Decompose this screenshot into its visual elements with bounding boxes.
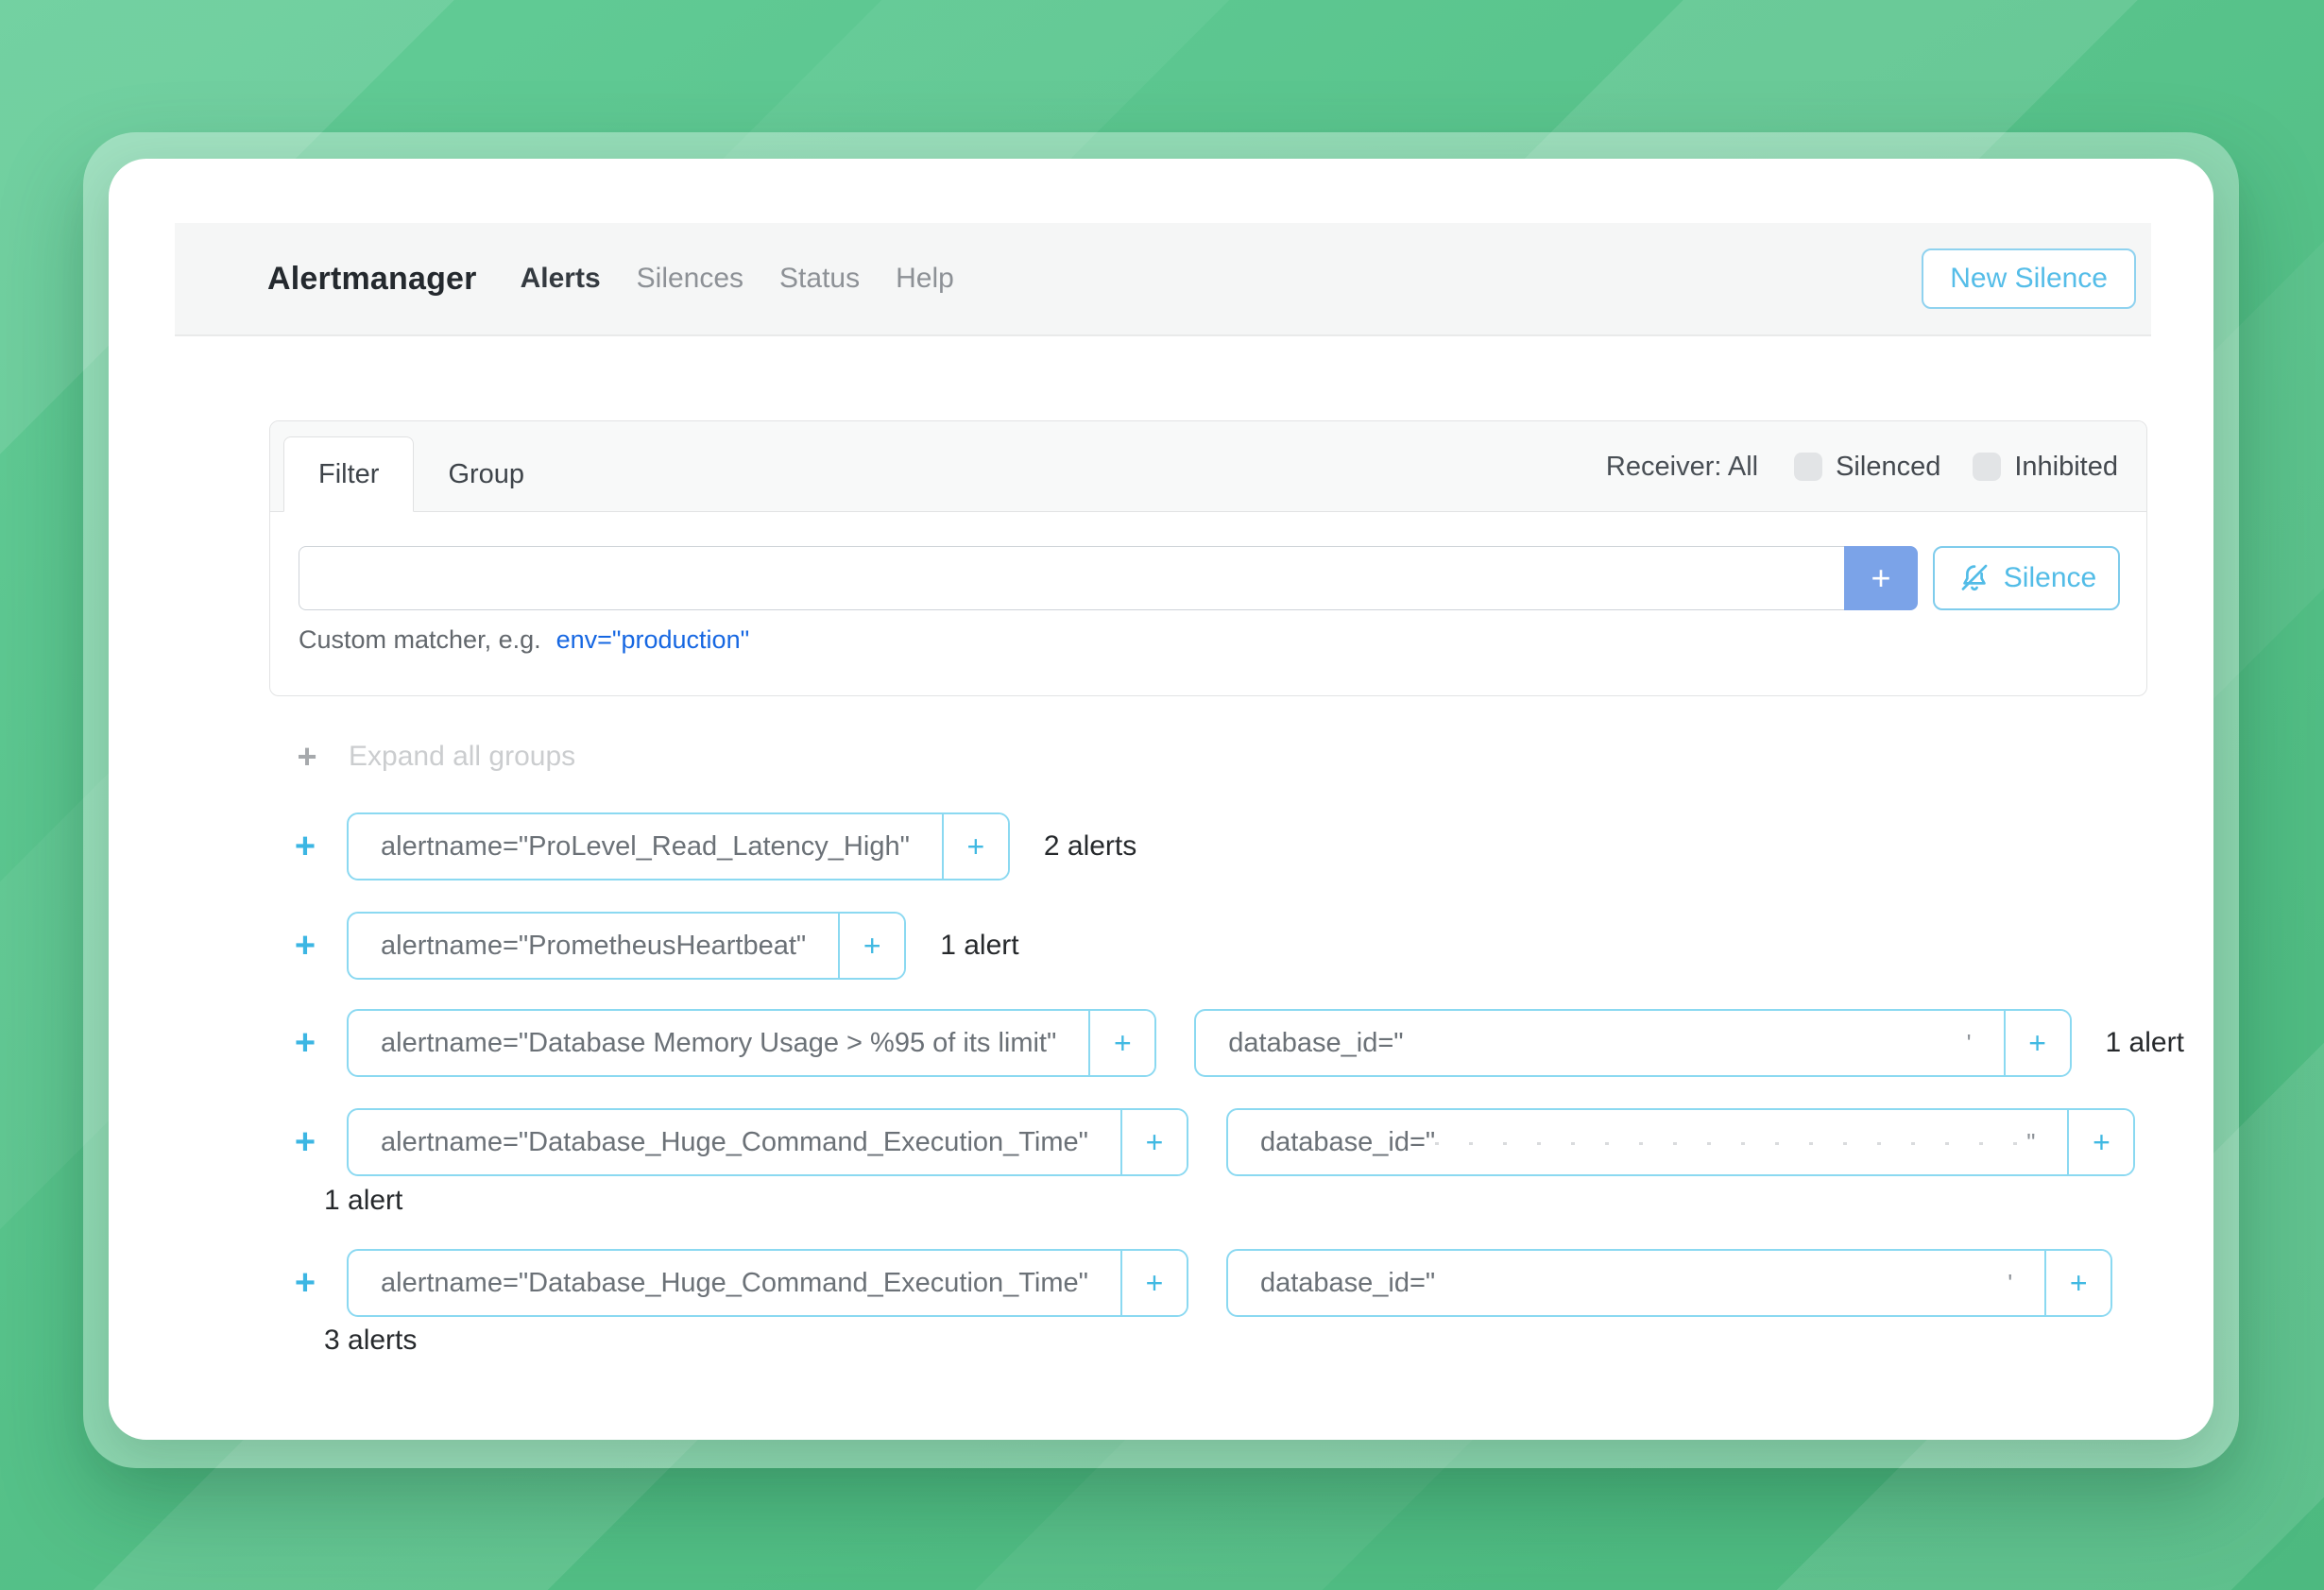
matcher-example-link[interactable]: env="production" bbox=[556, 625, 750, 655]
alert-group-row: + alertname="ProLevel_Read_Latency_High"… bbox=[288, 812, 1136, 880]
matcher-chip: alertname="ProLevel_Read_Latency_High" + bbox=[347, 812, 1010, 880]
alert-count: 1 alert bbox=[940, 930, 1018, 962]
matcher-chip: database_id=" ' + bbox=[1194, 1009, 2071, 1077]
alert-group-row: + alertname="Database Memory Usage > %95… bbox=[288, 1009, 2184, 1077]
expand-group-icon[interactable]: + bbox=[288, 926, 322, 966]
tab-filter[interactable]: Filter bbox=[283, 436, 414, 512]
matcher-label[interactable]: alertname="Database Memory Usage > %95 o… bbox=[349, 1011, 1088, 1075]
add-filter-button[interactable]: + bbox=[1088, 1011, 1154, 1075]
matcher-chip: alertname="PrometheusHeartbeat" + bbox=[347, 912, 906, 980]
matcher-label-redacted[interactable]: database_id=" " bbox=[1228, 1110, 2068, 1174]
plus-icon: + bbox=[290, 737, 324, 777]
matcher-hint: Custom matcher, e.g. env="production" bbox=[299, 625, 2120, 655]
alert-count: 3 alerts bbox=[324, 1325, 417, 1357]
filter-panel: Filter Group Receiver: All Silenced Inhi… bbox=[269, 420, 2147, 696]
add-filter-button[interactable]: + bbox=[838, 914, 904, 978]
matcher-chip: database_id=" " + bbox=[1226, 1108, 2136, 1176]
alert-group-row: + alertname="PrometheusHeartbeat" + 1 al… bbox=[288, 912, 1019, 980]
nav-links: Alerts Silences Status Help bbox=[521, 263, 954, 295]
outer-frame: Alertmanager Alerts Silences Status Help… bbox=[83, 132, 2239, 1468]
expand-group-icon[interactable]: + bbox=[288, 1023, 322, 1064]
silenced-checkbox[interactable] bbox=[1794, 453, 1822, 481]
silenced-label[interactable]: Silenced bbox=[1836, 452, 1940, 483]
matcher-label[interactable]: alertname="Database_Huge_Command_Executi… bbox=[349, 1110, 1120, 1174]
matcher-chip: database_id=" ' + bbox=[1226, 1249, 2112, 1317]
inhibited-label[interactable]: Inhibited bbox=[2014, 452, 2118, 483]
alert-count: 1 alert bbox=[2106, 1027, 2184, 1059]
add-filter-button[interactable]: + bbox=[2044, 1251, 2110, 1315]
expand-group-icon[interactable]: + bbox=[288, 1122, 322, 1163]
redacted-value bbox=[1404, 1024, 1961, 1062]
inhibited-checkbox[interactable] bbox=[1973, 453, 2001, 481]
expand-all-label: Expand all groups bbox=[349, 741, 575, 773]
add-filter-button[interactable]: + bbox=[2004, 1011, 2070, 1075]
filter-panel-header: Filter Group Receiver: All Silenced Inhi… bbox=[270, 421, 2146, 512]
alert-group-row: + alertname="Database_Huge_Command_Execu… bbox=[288, 1249, 2112, 1317]
alert-count: 2 alerts bbox=[1044, 830, 1136, 863]
matcher-label[interactable]: alertname="ProLevel_Read_Latency_High" bbox=[349, 814, 942, 879]
filter-options: Receiver: All Silenced Inhibited bbox=[1606, 421, 2118, 512]
matcher-label[interactable]: alertname="Database_Huge_Command_Executi… bbox=[349, 1251, 1120, 1315]
nav-help[interactable]: Help bbox=[896, 263, 954, 295]
brand[interactable]: Alertmanager bbox=[267, 261, 477, 298]
new-silence-button[interactable]: New Silence bbox=[1922, 248, 2136, 309]
matcher-chip: alertname="Database_Huge_Command_Executi… bbox=[347, 1108, 1188, 1176]
matcher-label-redacted[interactable]: database_id=" ' bbox=[1196, 1011, 2003, 1075]
silence-button[interactable]: Silence bbox=[1933, 546, 2120, 610]
navbar: Alertmanager Alerts Silences Status Help… bbox=[175, 223, 2151, 336]
matcher-row: + Silence bbox=[299, 546, 2120, 610]
matcher-label[interactable]: alertname="PrometheusHeartbeat" bbox=[349, 914, 838, 978]
add-filter-button[interactable]: + bbox=[942, 814, 1008, 879]
close-quote: ' bbox=[2008, 1269, 2012, 1298]
matcher-chip: alertname="Database_Huge_Command_Executi… bbox=[347, 1249, 1188, 1317]
silence-button-label: Silence bbox=[2004, 562, 2096, 594]
filter-panel-body: + Silence Custom matcher, e.g. bbox=[270, 512, 2146, 655]
matcher-input[interactable] bbox=[299, 546, 1844, 610]
expand-group-icon[interactable]: + bbox=[288, 827, 322, 867]
tab-group[interactable]: Group bbox=[414, 436, 558, 512]
alert-group-row: + alertname="Database_Huge_Command_Execu… bbox=[288, 1108, 2135, 1176]
matcher-label-text: database_id=" bbox=[1260, 1127, 1435, 1158]
redacted-value bbox=[1435, 1123, 2021, 1161]
matcher-label-text: database_id=" bbox=[1260, 1268, 1435, 1299]
nav-alerts[interactable]: Alerts bbox=[521, 263, 601, 295]
add-matcher-button[interactable]: + bbox=[1844, 546, 1918, 610]
tabs: Filter Group bbox=[283, 436, 558, 512]
alert-count: 1 alert bbox=[324, 1185, 402, 1217]
app-window: Alertmanager Alerts Silences Status Help… bbox=[109, 159, 2213, 1440]
expand-all-groups[interactable]: + Expand all groups bbox=[290, 737, 575, 777]
add-filter-button[interactable]: + bbox=[2067, 1110, 2133, 1174]
nav-status[interactable]: Status bbox=[779, 263, 860, 295]
nav-silences[interactable]: Silences bbox=[637, 263, 743, 295]
matcher-label-text: database_id=" bbox=[1228, 1028, 1403, 1059]
hint-text: Custom matcher, e.g. bbox=[299, 625, 541, 655]
matcher-chip: alertname="Database Memory Usage > %95 o… bbox=[347, 1009, 1156, 1077]
expand-group-icon[interactable]: + bbox=[288, 1263, 322, 1304]
redacted-value bbox=[1435, 1264, 2002, 1302]
receiver-filter[interactable]: Receiver: All bbox=[1606, 452, 1758, 483]
matcher-label-redacted[interactable]: database_id=" ' bbox=[1228, 1251, 2044, 1315]
add-filter-button[interactable]: + bbox=[1120, 1251, 1187, 1315]
close-quote: " bbox=[2026, 1128, 2035, 1157]
bell-slash-icon bbox=[1957, 560, 1992, 596]
close-quote: ' bbox=[1967, 1029, 1972, 1058]
add-filter-button[interactable]: + bbox=[1120, 1110, 1187, 1174]
